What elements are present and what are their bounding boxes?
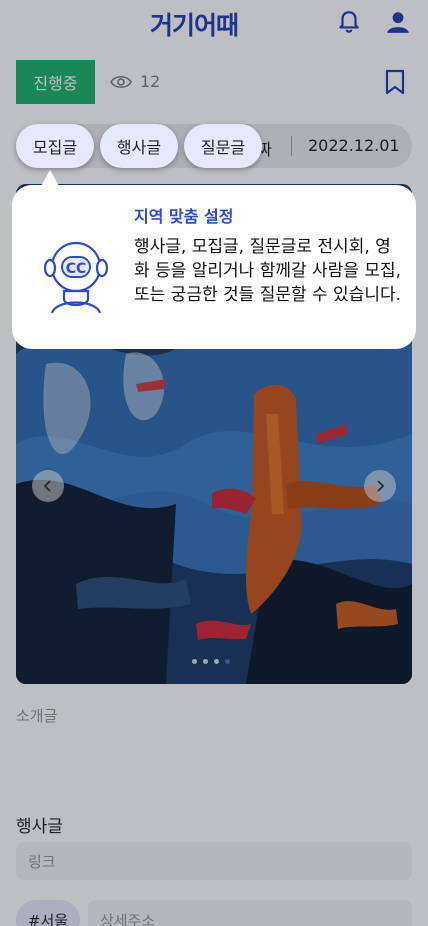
carousel-prev-button[interactable] bbox=[32, 470, 64, 502]
view-count-value: 12 bbox=[140, 72, 161, 91]
category-chip-recruit[interactable]: 모집글 bbox=[16, 124, 94, 168]
status-badge: 진행중 bbox=[16, 60, 95, 104]
carousel-dot[interactable] bbox=[214, 659, 219, 664]
carousel-indicator bbox=[192, 659, 230, 664]
section-title: 행사글 bbox=[16, 817, 63, 837]
category-chip-question[interactable]: 질문글 bbox=[184, 124, 262, 168]
chevron-left-icon bbox=[43, 480, 51, 492]
bookmark-icon[interactable] bbox=[384, 69, 406, 99]
region-tag[interactable]: #서울 bbox=[16, 900, 80, 926]
carousel-dot[interactable] bbox=[203, 659, 208, 664]
date-divider bbox=[291, 136, 292, 156]
address-input[interactable]: 상세주소 bbox=[88, 900, 412, 926]
tooltip-body: 행사글, 모집글, 질문글로 전시회, 영화 등을 알리거나 함께갈 사람을 모… bbox=[134, 237, 402, 305]
carousel-dot[interactable] bbox=[192, 659, 197, 664]
chevron-right-icon bbox=[377, 480, 385, 492]
onboarding-tooltip: CC 지역 맞춤 설정 행사글, 모집글, 질문글로 전시회, 영화 등을 알리… bbox=[12, 185, 416, 349]
view-count: 12 bbox=[110, 72, 160, 91]
svg-text:CC: CC bbox=[66, 261, 87, 277]
bell-icon[interactable] bbox=[336, 9, 362, 35]
post-status-row: 진행중 12 bbox=[16, 60, 412, 104]
eye-icon bbox=[110, 75, 132, 88]
carousel-next-button[interactable] bbox=[364, 470, 396, 502]
tooltip-title: 지역 맞춤 설정 bbox=[134, 207, 234, 226]
app-logo: 거기어때 bbox=[150, 11, 239, 40]
carousel-dot[interactable] bbox=[225, 659, 230, 664]
app-header: 거기어때 bbox=[0, 0, 428, 44]
date-value: 2022.12.01 bbox=[308, 136, 400, 155]
link-input[interactable]: 링크 bbox=[16, 842, 412, 880]
intro-text-label: 소개글 bbox=[16, 707, 58, 725]
user-profile-icon[interactable] bbox=[385, 9, 411, 35]
mascot-icon: CC bbox=[34, 235, 118, 323]
category-chip-event[interactable]: 행사글 bbox=[100, 124, 178, 168]
